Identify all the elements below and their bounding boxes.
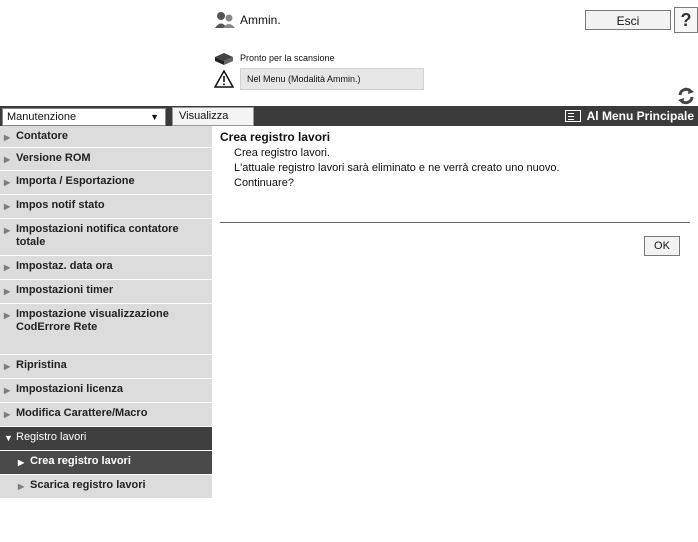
user-label: Ammin.	[240, 13, 281, 27]
sidebar-item-label: Versione ROM	[16, 152, 91, 164]
page-title: Crea registro lavori	[220, 130, 331, 144]
sidebar-item-versione-rom[interactable]: ▶ Versione ROM	[0, 148, 212, 171]
arrow-right-icon: ▶	[4, 155, 11, 164]
main-menu-link[interactable]: Al Menu Principale	[564, 107, 694, 125]
refresh-icon[interactable]	[676, 86, 696, 106]
sidebar-item-label: Registro lavori	[16, 431, 87, 443]
sidebar-item-registro-lavori[interactable]: ▼ Registro lavori	[0, 427, 212, 451]
sidebar-item-label: Modifica Carattere/Macro	[16, 407, 148, 419]
logout-button[interactable]: Esci	[585, 10, 671, 30]
arrow-right-icon: ▶	[4, 226, 11, 235]
sidebar: ▶ Contatore ▶ Versione ROM ▶ Importa / E…	[0, 126, 212, 499]
warning-icon	[214, 70, 234, 88]
scan-status-text: Pronto per la scansione	[240, 53, 335, 63]
main-content: Crea registro lavori Crea registro lavor…	[220, 130, 690, 191]
sidebar-item-label: Impostazioni notifica contatore totale	[16, 223, 179, 248]
user-indicator: Ammin.	[214, 10, 281, 30]
sidebar-item-contatore[interactable]: ▶ Contatore	[0, 126, 212, 148]
ok-button[interactable]: OK	[644, 236, 680, 256]
sidebar-item-label: Ripristina	[16, 359, 67, 371]
sidebar-item-label: Impostazione visualizzazione CodErrore R…	[16, 308, 169, 333]
main-menu-label: Al Menu Principale	[586, 109, 694, 123]
menu-list-icon	[564, 110, 581, 122]
sidebar-item-coderrore-rete[interactable]: ▶ Impostazione visualizzazione CodErrore…	[0, 304, 212, 355]
sidebar-item-label: Importa / Esportazione	[16, 175, 135, 187]
sidebar-item-ripristina[interactable]: ▶ Ripristina	[0, 355, 212, 379]
arrow-right-icon: ▶	[4, 263, 11, 272]
arrow-right-icon: ▶	[4, 133, 11, 142]
arrow-right-icon: ▶	[4, 178, 11, 187]
arrow-right-icon: ▶	[4, 410, 11, 419]
admin-user-icon	[215, 12, 235, 28]
sidebar-item-importa-esportazione[interactable]: ▶ Importa / Esportazione	[0, 171, 212, 195]
arrow-right-icon: ▶	[4, 386, 11, 395]
arrow-right-icon: ▶	[18, 458, 25, 467]
scanner-icon	[215, 53, 233, 65]
sidebar-item-licenza[interactable]: ▶ Impostazioni licenza	[0, 379, 212, 403]
help-button[interactable]: ?	[674, 7, 698, 33]
arrow-down-icon: ▼	[4, 433, 13, 443]
sidebar-subitem-crea-registro[interactable]: ▶ Crea registro lavori	[0, 451, 212, 475]
arrow-right-icon: ▶	[4, 287, 11, 296]
arrow-right-icon: ▶	[4, 362, 11, 371]
sidebar-item-label: Impostaz. data ora	[16, 260, 113, 272]
mode-status-box: Nel Menu (Modalità Ammin.)	[240, 68, 424, 90]
sidebar-item-label: Contatore	[16, 130, 68, 142]
category-select-value: Manutenzione	[7, 111, 77, 123]
sidebar-item-label: Impos notif stato	[16, 199, 105, 211]
arrow-right-icon: ▶	[4, 311, 11, 320]
divider	[220, 222, 690, 223]
sidebar-item-carattere-macro[interactable]: ▶ Modifica Carattere/Macro	[0, 403, 212, 427]
category-select[interactable]: Manutenzione ▼	[2, 108, 166, 126]
sidebar-item-impos-notif-stato[interactable]: ▶ Impos notif stato	[0, 195, 212, 219]
mode-status-text: Nel Menu (Modalità Ammin.)	[247, 74, 361, 84]
arrow-right-icon: ▶	[4, 202, 11, 211]
sidebar-item-label: Impostazioni timer	[16, 284, 114, 296]
sidebar-item-notifica-contatore[interactable]: ▶ Impostazioni notifica contatore totale	[0, 219, 212, 256]
message-line: L'attuale registro lavori sarà eliminato…	[234, 162, 560, 174]
sidebar-item-label: Scarica registro lavori	[30, 479, 146, 491]
sidebar-item-timer[interactable]: ▶ Impostazioni timer	[0, 280, 212, 304]
chevron-down-icon: ▼	[150, 112, 159, 122]
message-line: Continuare?	[234, 177, 294, 189]
scan-status: Pronto per la scansione	[214, 50, 335, 66]
mode-status: Nel Menu (Modalità Ammin.)	[214, 68, 424, 90]
message-line: Crea registro lavori.	[234, 147, 330, 159]
sidebar-item-data-ora[interactable]: ▶ Impostaz. data ora	[0, 256, 212, 280]
sidebar-subitem-scarica-registro[interactable]: ▶ Scarica registro lavori	[0, 475, 212, 499]
sidebar-item-label: Crea registro lavori	[30, 455, 131, 467]
arrow-right-icon: ▶	[18, 482, 25, 491]
view-button[interactable]: Visualizza	[172, 107, 254, 126]
sidebar-item-label: Impostazioni licenza	[16, 383, 123, 395]
